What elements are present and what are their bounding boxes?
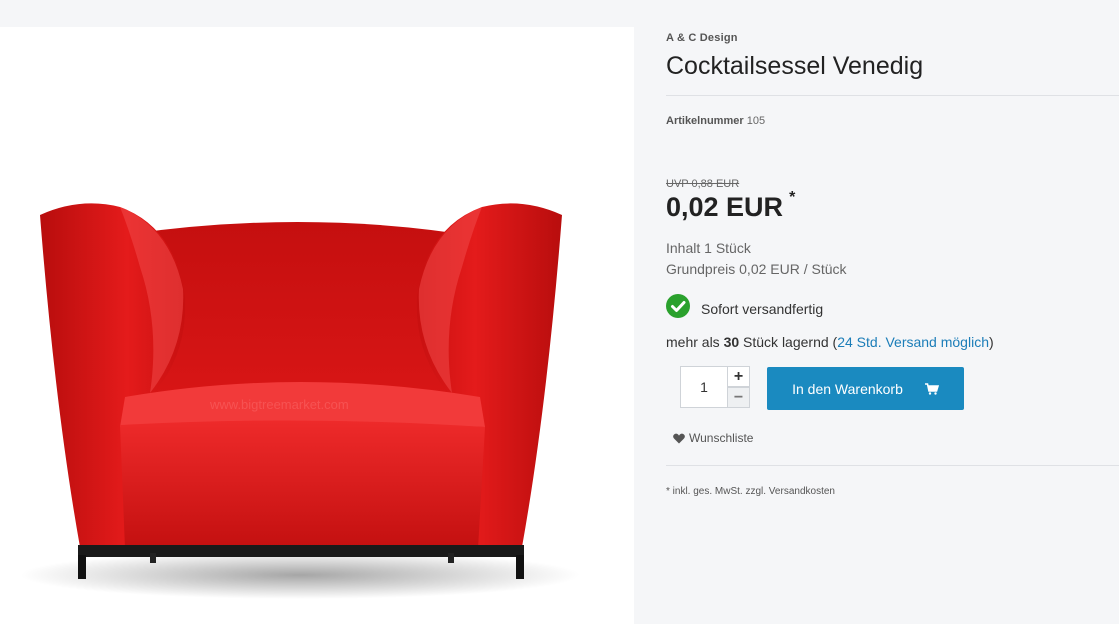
content-info: Inhalt 1 Stück Grundpreis 0,02 EUR / Stü… (666, 238, 847, 280)
divider (666, 465, 1119, 466)
add-to-cart-label: In den Warenkorb (792, 380, 903, 397)
watermark-text: www.bigtreemarket.com (209, 397, 349, 412)
sku-label: Artikelnummer (666, 115, 744, 127)
quantity-input[interactable]: 1 (680, 366, 728, 408)
quantity-increase-button[interactable]: + (728, 366, 750, 387)
product-title: Cocktailsessel Venedig (666, 52, 924, 80)
divider (666, 95, 1119, 96)
quantity-decrease-button[interactable]: − (728, 387, 750, 408)
quantity-stepper: 1 + − (680, 366, 750, 408)
tax-note[interactable]: * inkl. ges. MwSt. zzgl. Versandkosten (666, 486, 835, 497)
price-footnote-marker: * (789, 189, 796, 206)
stock-info: mehr als 30 Stück lagernd (24 Std. Versa… (666, 334, 994, 350)
delivery-status: Sofort versandfertig (666, 293, 823, 319)
price-block: 0,02 EUR * (666, 189, 796, 223)
sku-line: Artikelnummer 105 (666, 115, 765, 127)
sku-value: 105 (746, 115, 766, 127)
product-image: www.bigtreemarket.com (20, 203, 580, 599)
base-price: Grundpreis 0,02 EUR / Stück (666, 261, 847, 277)
shopping-cart-icon (924, 382, 939, 395)
delivery-text: Sofort versandfertig (701, 301, 824, 317)
uvp-price: UVP 0,88 EUR (666, 178, 740, 190)
product-image-panel[interactable]: www.bigtreemarket.com (0, 27, 634, 624)
wishlist-button[interactable]: Wunschliste (673, 431, 753, 445)
heart-icon (673, 433, 685, 443)
manufacturer-name[interactable]: A & C Design (666, 32, 738, 44)
shipping-info-link[interactable]: 24 Std. Versand möglich (837, 334, 989, 350)
product-price: 0,02 EUR (666, 192, 784, 222)
stock-suffix: Stück lagernd ( (739, 334, 838, 350)
add-to-cart-button[interactable]: In den Warenkorb (767, 367, 964, 410)
content-line: Inhalt 1 Stück (666, 240, 751, 256)
check-circle-icon (666, 294, 690, 318)
wishlist-label: Wunschliste (689, 431, 754, 445)
stock-count: 30 (723, 334, 740, 350)
stock-close: ) (988, 334, 994, 350)
stock-prefix: mehr als (666, 334, 724, 350)
